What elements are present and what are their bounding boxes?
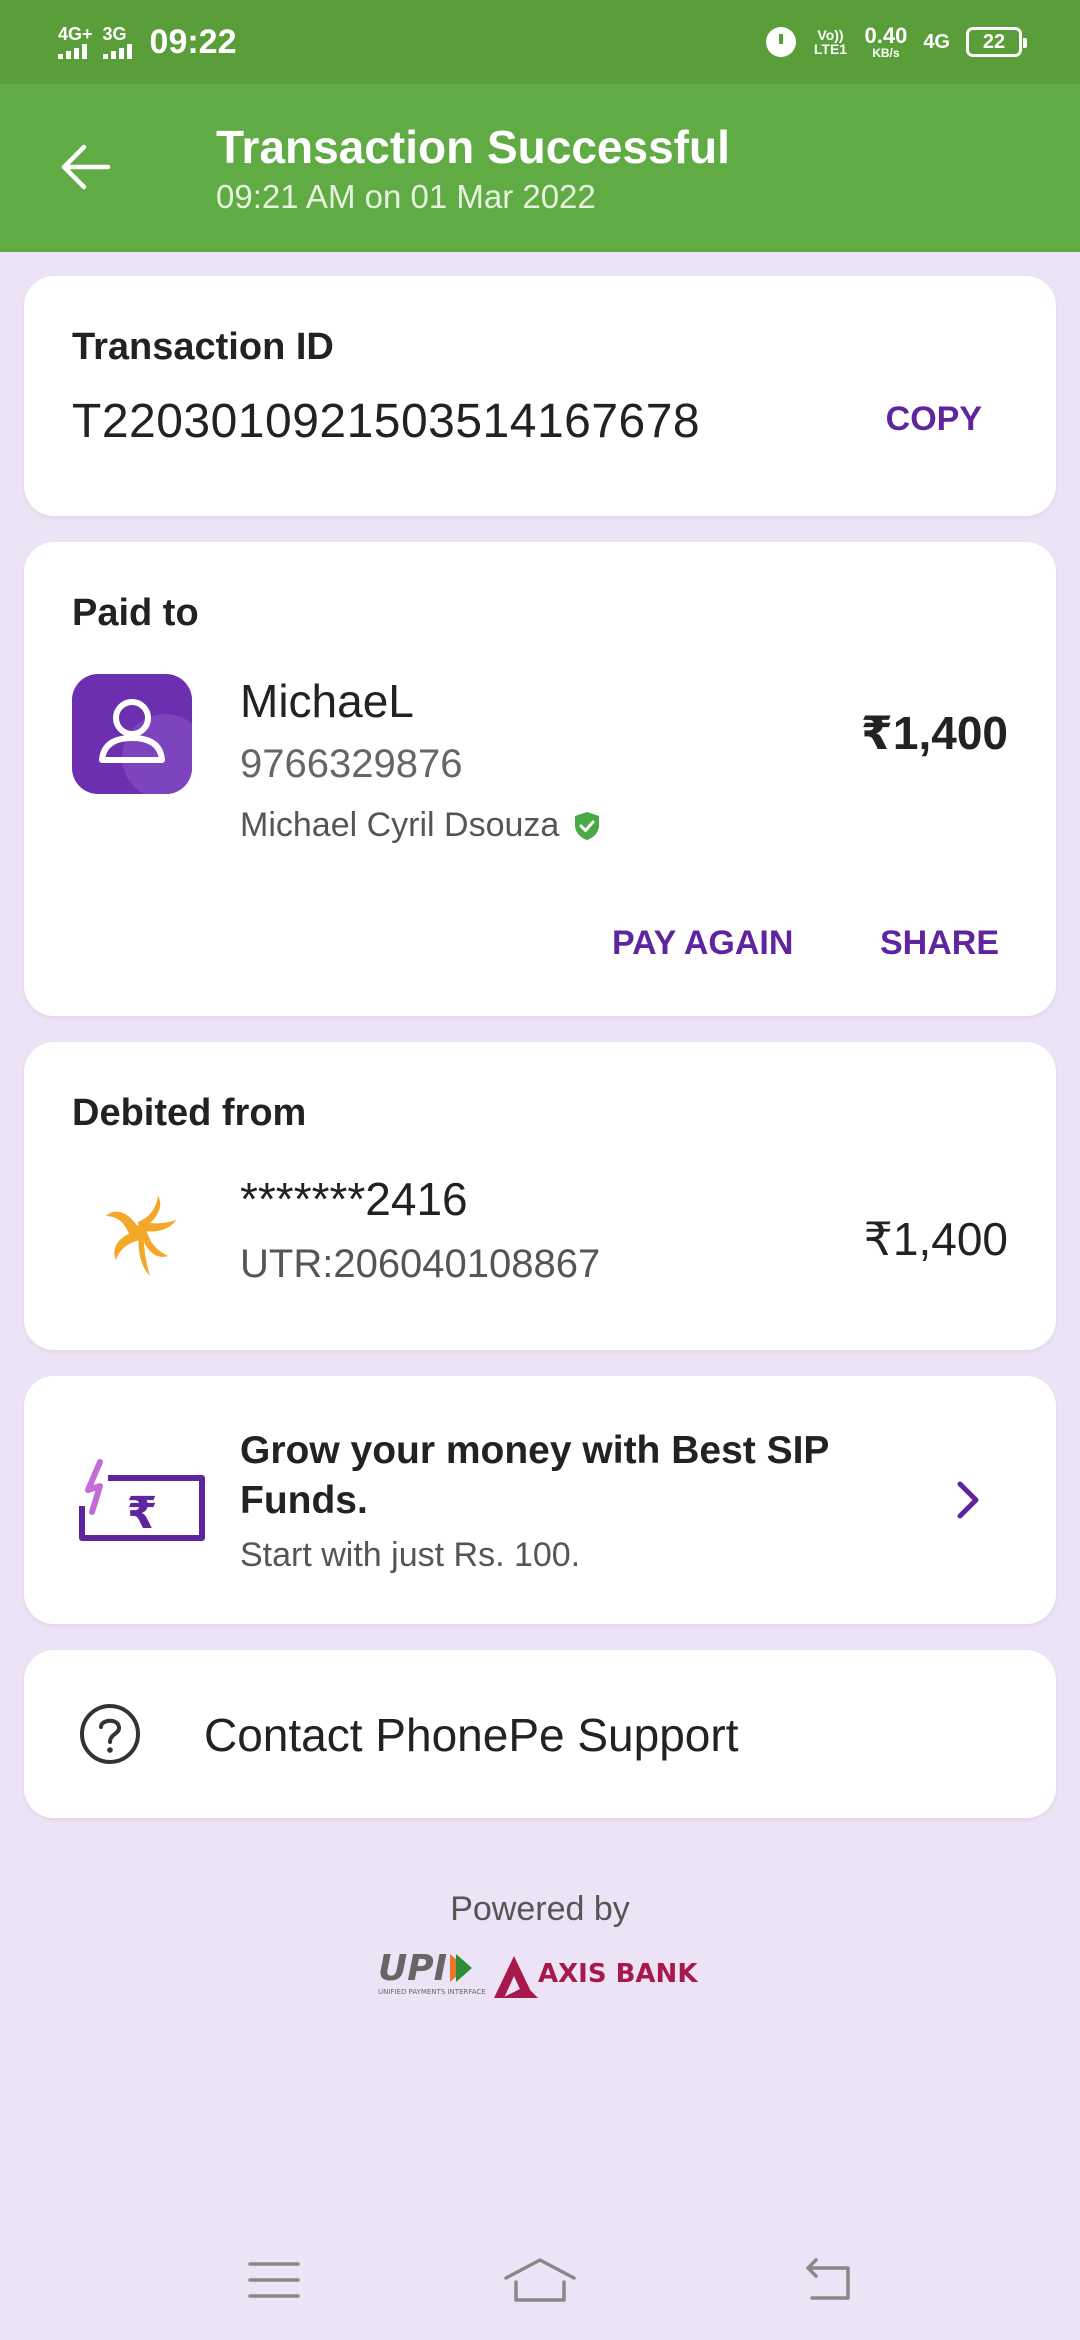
speed-unit: KB/s — [872, 46, 900, 60]
pay-again-button[interactable]: PAY AGAIN — [612, 924, 793, 963]
copy-button[interactable]: COPY — [886, 400, 982, 439]
signal-sim2-icon: 3G — [102, 24, 132, 59]
page-title: Transaction Successful — [216, 121, 730, 173]
battery-level: 22 — [982, 30, 1006, 53]
paid-to-card: Paid to MichaeL 9766329876 Michael Cyril… — [24, 542, 1056, 1016]
signal-sim1-icon: 4G+ — [58, 25, 93, 59]
upi-logo: UPI — [378, 1948, 447, 1989]
speed-value: 0.40 — [864, 23, 908, 48]
utr-number: UTR:206040108867 — [240, 1242, 601, 1286]
partner-logos: UPI UNIFIED PAYMENTS INTERFACE AXIS BANK — [378, 1948, 698, 1998]
transaction-id-card: Transaction ID T2203010921503514167678 C… — [24, 276, 1056, 516]
status-bar: 4G+ 3G 09:22 Vo)) LTE1 0.40 KB/s 4G 22 — [0, 0, 1080, 84]
help-circle-icon — [80, 1704, 140, 1764]
status-time: 09:22 — [149, 22, 237, 61]
payee-phone: 9766329876 — [240, 742, 463, 786]
transaction-datetime: 09:21 AM on 01 Mar 2022 — [216, 178, 596, 215]
debited-from-label: Debited from — [72, 1092, 307, 1134]
battery-icon: 22 — [966, 27, 1027, 57]
account-number: *******2416 — [240, 1173, 468, 1225]
rupee-card-icon: ₹ — [79, 1459, 205, 1541]
chevron-right-icon — [957, 1481, 979, 1519]
debited-from-card: Debited from *******2416 UTR:20604010886… — [24, 1042, 1056, 1350]
transaction-id-label: Transaction ID — [72, 326, 334, 368]
paid-amount: ₹1,400 — [860, 707, 1008, 759]
arrow-left-icon[interactable] — [58, 140, 112, 194]
network-speed: 0.40 KB/s — [864, 23, 908, 60]
contact-support-card[interactable]: Contact PhonePe Support — [24, 1650, 1056, 1818]
promo-title: Grow your money with Best SIP Funds. — [240, 1429, 829, 1522]
transaction-id-value: T2203010921503514167678 — [72, 395, 701, 448]
avatar — [72, 674, 192, 794]
system-navigation-bar — [0, 2220, 1080, 2340]
app-header: Transaction Successful 09:21 AM on 01 Ma… — [0, 84, 1080, 252]
volte-indicator: Vo)) LTE1 — [813, 27, 848, 57]
debited-amount: ₹1,400 — [863, 1213, 1008, 1265]
contact-support-label: Contact PhonePe Support — [204, 1709, 739, 1761]
network-type-icon: 4G — [923, 30, 950, 53]
paid-to-label: Paid to — [72, 592, 199, 634]
upi-logo-subtitle: UNIFIED PAYMENTS INTERFACE — [378, 1988, 486, 1996]
axis-bank-logo: AXIS BANK — [538, 1959, 698, 1989]
home-icon[interactable] — [500, 2250, 580, 2310]
sip-promo-card[interactable]: ₹ Grow your money with Best SIP Funds. S… — [24, 1376, 1056, 1624]
payee-full-name: Michael Cyril Dsouza — [240, 806, 560, 844]
sim1-network-type: 4G+ — [58, 24, 93, 44]
verified-shield-icon — [575, 811, 600, 840]
sim2-network-type: 3G — [102, 24, 127, 44]
user-icon — [99, 699, 165, 763]
powered-by-label: Powered by — [450, 1890, 630, 1928]
payee-name: MichaeL — [240, 675, 414, 727]
promo-subtitle: Start with just Rs. 100. — [240, 1536, 581, 1574]
share-button[interactable]: SHARE — [880, 924, 999, 963]
svg-text:₹: ₹ — [127, 1488, 158, 1539]
payee-registered-name: Michael Cyril Dsouza — [240, 806, 601, 845]
menu-icon[interactable] — [244, 2250, 304, 2310]
alarm-icon — [766, 27, 797, 57]
back-nav-icon[interactable] — [794, 2250, 854, 2310]
bank-logo-icon — [106, 1196, 176, 1276]
